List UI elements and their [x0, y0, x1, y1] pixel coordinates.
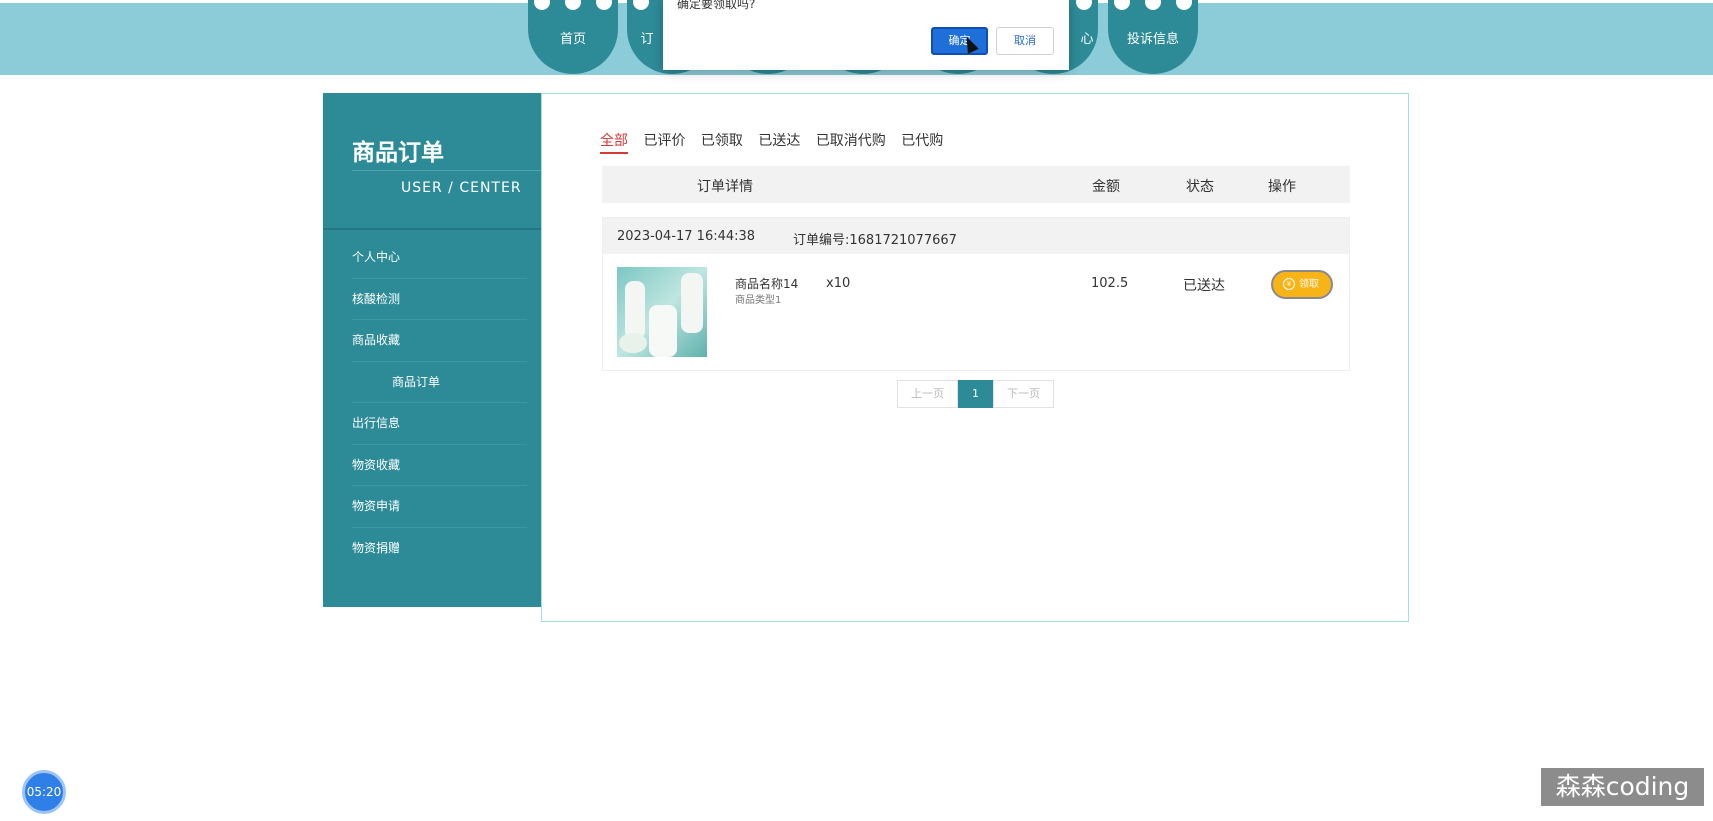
tab-all[interactable]: 全部 — [600, 130, 628, 154]
order-number: 订单编号:1681721077667 — [793, 233, 957, 248]
sidebar-item-supply-request[interactable]: 物资申请 — [352, 486, 527, 528]
order-amount: 102.5 — [1091, 276, 1129, 291]
product-image[interactable] — [617, 267, 707, 357]
product-quantity: x10 — [826, 276, 851, 291]
order-header: 2023-04-17 16:44:38 订单编号:1681721077667 — [603, 218, 1349, 254]
table-header: 订单详情 金额 状态 操作 — [602, 166, 1350, 203]
sidebar-item-nucleic-test[interactable]: 核酸检测 — [352, 279, 527, 320]
sidebar-title: 商品订单 — [352, 140, 444, 166]
header-action: 操作 — [1268, 179, 1296, 195]
sidebar-item-product-orders[interactable]: 商品订单 — [352, 362, 527, 403]
tab-claimed[interactable]: 已领取 — [701, 130, 743, 152]
sidebar-separator — [323, 228, 541, 230]
order-tabs: 全部 已评价 已领取 已送达 已取消代购 已代购 — [600, 130, 954, 154]
header-status: 状态 — [1186, 179, 1214, 195]
status-badge: 已送达 — [1183, 278, 1225, 294]
prev-page-button[interactable]: 上一页 — [897, 380, 958, 408]
sidebar-subtitle: USER / CENTER — [401, 180, 522, 196]
timer-badge[interactable]: 05:20 — [22, 770, 66, 814]
tab-reviewed[interactable]: 已评价 — [643, 130, 685, 152]
next-page-button[interactable]: 下一页 — [993, 380, 1054, 408]
tab-delivered[interactable]: 已送达 — [758, 130, 800, 152]
order-panel: 全部 已评价 已领取 已送达 已取消代购 已代购 订单详情 金额 状态 操作 2… — [541, 93, 1409, 622]
tab-cancelled-purchase[interactable]: 已取消代购 — [816, 130, 886, 152]
watermark: 森森coding — [1541, 768, 1704, 806]
claim-button-label: 领取 — [1299, 279, 1319, 290]
header-detail: 订单详情 — [697, 179, 753, 195]
sidebar-item-personal-center[interactable]: 个人中心 — [352, 237, 527, 279]
yen-icon: ¥ — [1283, 278, 1295, 290]
sidebar-item-travel-info[interactable]: 出行信息 — [352, 403, 527, 445]
product-type: 商品类型1 — [735, 295, 782, 306]
confirm-cancel-button[interactable]: 取消 — [996, 27, 1054, 55]
sidebar-item-product-favorites[interactable]: 商品收藏 — [352, 320, 527, 362]
sidebar-item-supply-favorites[interactable]: 物资收藏 — [352, 445, 527, 486]
confirm-ok-button[interactable]: 确定 — [931, 27, 988, 55]
product-name: 商品名称14 — [735, 277, 799, 291]
header-amount: 金额 — [1092, 179, 1120, 195]
tab-purchased[interactable]: 已代购 — [901, 130, 943, 152]
sidebar-item-supply-donation[interactable]: 物资捐赠 — [352, 528, 527, 570]
dialog-message: 确定要领取吗? — [677, 0, 756, 11]
order-card: 2023-04-17 16:44:38 订单编号:1681721077667 商… — [602, 217, 1350, 371]
order-time: 2023-04-17 16:44:38 — [617, 229, 756, 244]
confirm-dialog: 确定要领取吗? 确定 取消 — [663, 0, 1069, 70]
sidebar-divider — [352, 170, 542, 171]
sidebar-menu: 个人中心 核酸检测 商品收藏 商品订单 出行信息 物资收藏 物资申请 物资捐赠 — [352, 237, 527, 569]
page-1-button[interactable]: 1 — [958, 380, 993, 408]
claim-button[interactable]: ¥ 领取 — [1271, 270, 1333, 299]
sidebar: 商品订单 USER / CENTER 个人中心 核酸检测 商品收藏 商品订单 出… — [323, 93, 542, 607]
